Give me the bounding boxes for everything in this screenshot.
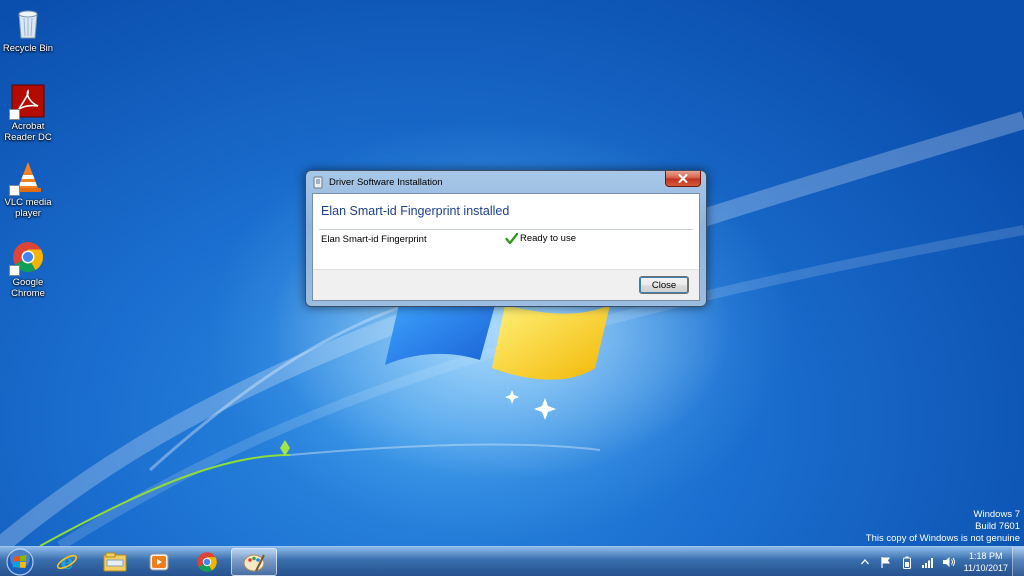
tray-volume[interactable] (942, 555, 956, 569)
svg-text:e: e (60, 551, 73, 573)
desktop-icon-label: VLC media player (4, 197, 52, 219)
taskbar-media-player[interactable] (136, 548, 182, 576)
dialog-footer: Close (313, 269, 699, 300)
tray-action-center[interactable] (879, 555, 893, 569)
device-status-text: Ready to use (520, 233, 576, 244)
taskbar: e 1:18 PM 11/10/2017 (0, 546, 1024, 576)
paint-icon (243, 554, 265, 572)
system-tray: 1:18 PM 11/10/2017 (851, 547, 1008, 576)
watermark-line: This copy of Windows is not genuine (865, 533, 1020, 544)
shortcut-arrow-icon (9, 185, 20, 196)
internet-explorer-icon: e (56, 551, 78, 573)
chevron-up-icon (860, 559, 869, 565)
vlc-icon (9, 160, 45, 196)
desktop-icon-vlc[interactable]: VLC media player (2, 160, 54, 219)
desktop-icon-acrobat[interactable]: Acrobat Reader DC (2, 84, 54, 143)
dialog-title: Driver Software Installation (329, 176, 443, 188)
speaker-icon (942, 557, 955, 567)
close-button[interactable]: Close (639, 276, 689, 294)
dialog-titlebar[interactable]: Driver Software Installation (306, 171, 706, 193)
taskbar-paint[interactable] (231, 548, 277, 576)
taskbar-internet-explorer[interactable]: e (44, 548, 90, 576)
divider (319, 229, 693, 230)
watermark-line: Windows 7 (973, 509, 1020, 520)
dialog-content: Elan Smart-id Fingerprint installed Elan… (312, 193, 700, 301)
shortcut-arrow-icon (9, 265, 20, 276)
battery-icon (902, 556, 911, 569)
dialog-heading: Elan Smart-id Fingerprint installed (321, 204, 510, 218)
clock-date: 11/10/2017 (963, 563, 1008, 573)
chrome-icon (9, 240, 45, 276)
tray-battery[interactable] (900, 555, 914, 569)
start-button[interactable] (2, 547, 38, 576)
taskbar-windows-explorer[interactable] (92, 548, 138, 576)
windows-explorer-icon (103, 552, 127, 572)
shortcut-arrow-icon (9, 109, 20, 120)
driver-install-dialog: Driver Software Installation Elan Smart-… (305, 170, 707, 307)
device-name: Elan Smart-id Fingerprint (321, 234, 427, 245)
desktop-icon-recycle-bin[interactable]: Recycle Bin (2, 6, 54, 54)
media-player-icon (149, 553, 169, 571)
clock-time: 1:18 PM (969, 551, 1003, 561)
close-icon (678, 174, 688, 183)
acrobat-icon (9, 84, 45, 120)
dialog-close-x-button[interactable] (665, 171, 701, 187)
desktop-icon-label: Acrobat Reader DC (4, 121, 52, 143)
taskbar-clock[interactable]: 1:18 PM 11/10/2017 (964, 550, 1008, 574)
desktop-icon-label: Google Chrome (11, 277, 45, 299)
show-hidden-icons-button[interactable] (858, 555, 872, 569)
windows-genuine-watermark: Windows 7 Build 7601 This copy of Window… (866, 509, 1020, 545)
recycle-bin-icon (11, 6, 45, 40)
chrome-icon (197, 552, 217, 572)
start-orb-icon (6, 548, 34, 576)
watermark-line: Build 7601 (975, 521, 1020, 532)
driver-icon (313, 176, 323, 188)
flag-icon (881, 556, 890, 568)
tray-network[interactable] (921, 555, 935, 569)
show-desktop-button[interactable] (1012, 547, 1024, 576)
desktop-icon-chrome[interactable]: Google Chrome (2, 240, 54, 299)
wifi-signal-icon (921, 558, 933, 568)
device-status: Ready to use (505, 232, 576, 245)
checkmark-icon (505, 232, 518, 245)
desktop-icon-label: Recycle Bin (2, 43, 54, 54)
taskbar-chrome[interactable] (184, 548, 230, 576)
